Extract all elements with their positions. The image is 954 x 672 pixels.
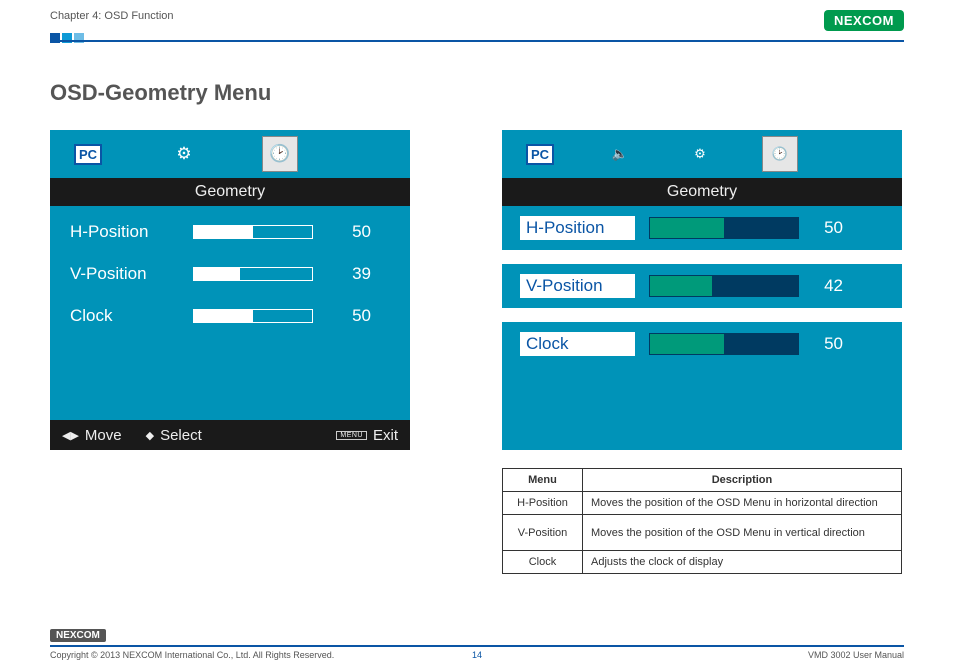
osd-subtitle-left: Geometry bbox=[50, 178, 410, 206]
slider-clock[interactable] bbox=[649, 333, 799, 355]
description-table: Menu Description H-Position Moves the po… bbox=[502, 468, 902, 574]
tab-clock[interactable]: 🕑 bbox=[762, 136, 798, 172]
th-menu: Menu bbox=[503, 469, 583, 492]
slider-vpos[interactable] bbox=[649, 275, 799, 297]
tab-pc[interactable]: PC bbox=[70, 136, 106, 172]
hint-select: Select bbox=[146, 427, 202, 444]
osd-panel-left: PC ⚙ 🕑 Geometry H-Position 50 V-Position… bbox=[50, 130, 410, 450]
osd-footer-left: Move Select MENU Exit bbox=[50, 420, 410, 450]
row-label: H-Position bbox=[70, 222, 175, 242]
table-row: V-Position Moves the position of the OSD… bbox=[503, 515, 902, 551]
page-number: 14 bbox=[472, 650, 482, 660]
row-value: 50 bbox=[331, 222, 371, 242]
row-value: 50 bbox=[813, 218, 843, 238]
chapter-title: Chapter 4: OSD Function bbox=[50, 10, 174, 22]
row-label: Clock bbox=[70, 306, 175, 326]
osd-panel-right: PC 🔈 ⚙ 🕑 Geometry H-Position 50 V-Positi… bbox=[502, 130, 902, 450]
page-title: OSD-Geometry Menu bbox=[50, 80, 271, 106]
osd-row-vpos[interactable]: V-Position 42 bbox=[520, 264, 884, 308]
osd-tabs-right: PC 🔈 ⚙ 🕑 bbox=[502, 130, 902, 178]
hint-exit: MENU Exit bbox=[336, 427, 398, 444]
clock-icon: 🕑 bbox=[269, 139, 290, 169]
footer-brand-logo: NEXCOM bbox=[50, 629, 106, 642]
osd-row-clock[interactable]: Clock 50 bbox=[70, 306, 390, 326]
osd-row-vpos[interactable]: V-Position 39 bbox=[70, 264, 390, 284]
gear-icon: ⚙ bbox=[694, 139, 706, 169]
slider-hpos[interactable] bbox=[193, 225, 313, 239]
tab-gear[interactable]: ⚙ bbox=[682, 136, 718, 172]
osd-tabs-left: PC ⚙ 🕑 bbox=[50, 130, 410, 178]
osd-row-hpos[interactable]: H-Position 50 bbox=[520, 206, 884, 250]
clock-icon: 🕑 bbox=[772, 139, 788, 169]
slider-hpos[interactable] bbox=[649, 217, 799, 239]
row-value: 42 bbox=[813, 276, 843, 296]
row-value: 39 bbox=[331, 264, 371, 284]
pc-icon: PC bbox=[526, 144, 554, 165]
speaker-icon: 🔈 bbox=[612, 139, 628, 169]
pc-icon: PC bbox=[74, 144, 102, 165]
th-desc: Description bbox=[583, 469, 902, 492]
table-row: H-Position Moves the position of the OSD… bbox=[503, 492, 902, 515]
page-footer: Copyright © 2013 NEXCOM International Co… bbox=[50, 645, 904, 660]
gap bbox=[502, 250, 902, 264]
osd-row-hpos[interactable]: H-Position 50 bbox=[70, 222, 390, 242]
tab-clock[interactable]: 🕑 bbox=[262, 136, 298, 172]
menu-tag: MENU bbox=[336, 431, 367, 440]
row-value: 50 bbox=[331, 306, 371, 326]
tab-gear[interactable]: ⚙ bbox=[166, 136, 202, 172]
row-label: V-Position bbox=[520, 274, 635, 298]
slider-vpos[interactable] bbox=[193, 267, 313, 281]
row-label: H-Position bbox=[520, 216, 635, 240]
osd-subtitle-right: Geometry bbox=[502, 178, 902, 206]
osd-row-clock[interactable]: Clock 50 bbox=[520, 322, 884, 366]
tab-speaker[interactable]: 🔈 bbox=[602, 136, 638, 172]
row-label: V-Position bbox=[70, 264, 175, 284]
brand-logo: NEXCOM bbox=[824, 10, 904, 31]
table-row: Clock Adjusts the clock of display bbox=[503, 551, 902, 574]
copyright-text: Copyright © 2013 NEXCOM International Co… bbox=[50, 650, 334, 660]
row-value: 50 bbox=[813, 334, 843, 354]
gap bbox=[502, 308, 902, 322]
tab-pc[interactable]: PC bbox=[522, 136, 558, 172]
slider-clock[interactable] bbox=[193, 309, 313, 323]
header-rule bbox=[50, 40, 904, 42]
manual-name: VMD 3002 User Manual bbox=[808, 650, 904, 660]
hint-move: Move bbox=[62, 427, 122, 444]
gear-icon: ⚙ bbox=[176, 139, 191, 169]
row-label: Clock bbox=[520, 332, 635, 356]
